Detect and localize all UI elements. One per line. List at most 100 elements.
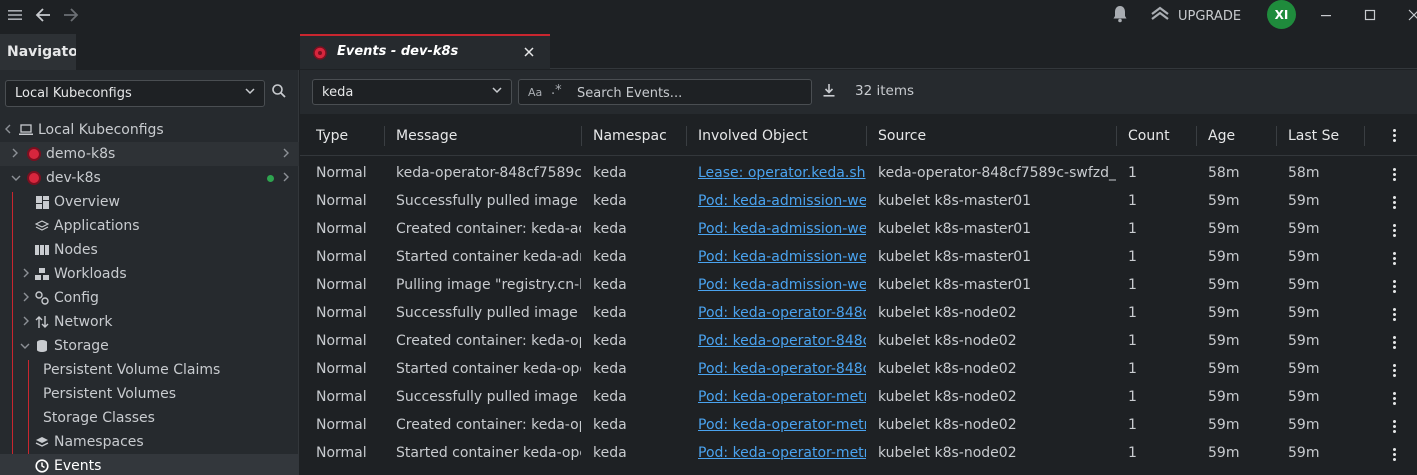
kubeconfig-select[interactable]: Local Kubeconfigs [5, 80, 265, 107]
table-row[interactable]: Normal Successfully pulled image "r keda Po… [300, 384, 1417, 412]
row-menu-kebab-icon[interactable] [1391, 392, 1397, 405]
sidebar-item-overview[interactable]: Overview [0, 190, 299, 214]
column-header-message[interactable]: Message [396, 128, 576, 144]
sidebar-item-pv[interactable]: Persistent Volumes [0, 382, 299, 406]
table-row[interactable]: Normal Started container keda-oper keda Pod… [300, 356, 1417, 384]
sidebar-item-nodes[interactable]: Nodes [0, 238, 299, 262]
column-header-type[interactable]: Type [316, 128, 376, 144]
user-avatar[interactable]: XI [1267, 0, 1296, 29]
sidebar-item-workloads[interactable]: Workloads [0, 262, 299, 286]
table-row[interactable]: Normal Created container: keda-ope keda Pod… [300, 328, 1417, 356]
cluster-item-demo-k8s[interactable]: demo-k8s [0, 142, 299, 166]
table-row[interactable]: Normal Started container keda-oper keda Pod… [300, 440, 1417, 468]
sidebar-item-pvc[interactable]: Persistent Volume Claims [0, 358, 299, 382]
cell-involved-object[interactable]: Pod: keda-operator-metri [698, 445, 866, 461]
table-row[interactable]: Normal Created container: keda-adr keda Pod… [300, 216, 1417, 244]
match-case-toggle[interactable]: Aa [528, 86, 542, 99]
chevron-right-icon[interactable] [282, 147, 290, 161]
sidebar-item-namespaces[interactable]: Namespaces [0, 430, 299, 454]
cell-involved-object[interactable]: Pod: keda-admission-web [698, 221, 866, 237]
cell-involved-object[interactable]: Pod: keda-operator-848cf [698, 361, 866, 377]
sidebar-item-network[interactable]: Network [0, 310, 299, 334]
sidebar-item-events[interactable]: Events [0, 454, 299, 475]
column-header-namespace[interactable]: Namespac [593, 128, 667, 144]
cell-involved-object[interactable]: Pod: keda-admission-web [698, 249, 866, 265]
chevron-right-icon[interactable] [282, 171, 290, 185]
row-menu-kebab-icon[interactable] [1391, 252, 1397, 265]
hamburger-menu-icon[interactable] [4, 4, 26, 26]
cell-involved-object[interactable]: Pod: keda-admission-web [698, 193, 866, 209]
row-menu-kebab-icon[interactable] [1391, 420, 1397, 433]
column-header-last-seen[interactable]: Last Se [1288, 128, 1356, 144]
search-icon[interactable] [271, 83, 293, 105]
column-header-source[interactable]: Source [878, 128, 1108, 144]
minimize-icon[interactable] [1315, 4, 1337, 26]
cell-involved-object[interactable]: Pod: keda-operator-metri [698, 417, 866, 433]
column-resize-handle[interactable] [1364, 126, 1365, 146]
title-bar: UPGRADE XI [0, 0, 1417, 30]
cell-source: kubelet k8s-master01 [878, 193, 1032, 209]
tree-item-local-kubeconfigs[interactable]: Local Kubeconfigs [0, 118, 299, 142]
column-resize-handle[interactable] [581, 126, 582, 146]
bell-icon[interactable] [1109, 3, 1131, 25]
forward-arrow-icon[interactable] [60, 4, 82, 26]
namespace-select[interactable]: keda [312, 79, 512, 105]
cell-namespace: keda [593, 165, 627, 181]
sidebar-item-applications[interactable]: Applications [0, 214, 299, 238]
cell-involved-object[interactable]: Pod: keda-operator-848cf [698, 333, 866, 349]
column-header-count[interactable]: Count [1128, 128, 1188, 144]
back-arrow-icon[interactable] [32, 4, 54, 26]
cell-source: kubelet k8s-node02 [878, 445, 1017, 461]
row-menu-kebab-icon[interactable] [1391, 364, 1397, 377]
cell-involved-object[interactable]: Lease: operator.keda.sh [698, 165, 866, 181]
column-resize-handle[interactable] [866, 126, 867, 146]
dashboard-icon [35, 195, 49, 209]
items-count: 32 items [855, 83, 915, 99]
cluster-label: demo-k8s [46, 146, 116, 162]
sidebar-item-config[interactable]: Config [0, 286, 299, 310]
column-resize-handle[interactable] [384, 126, 385, 146]
cell-involved-object[interactable]: Pod: keda-admission-web [698, 277, 866, 293]
upgrade-button[interactable]: UPGRADE [1150, 6, 1241, 26]
row-menu-kebab-icon[interactable] [1391, 196, 1397, 209]
cell-message: Started container keda-oper [396, 361, 581, 377]
cell-source: kubelet k8s-node02 [878, 389, 1017, 405]
table-row[interactable]: Normal Started container keda-adm keda Pod:… [300, 244, 1417, 272]
close-window-icon[interactable] [1403, 4, 1417, 26]
close-tab-icon[interactable] [524, 43, 534, 61]
cell-namespace: keda [593, 277, 627, 293]
row-menu-kebab-icon[interactable] [1391, 224, 1397, 237]
chevron-right-icon [22, 291, 30, 305]
maximize-icon[interactable] [1359, 4, 1381, 26]
row-menu-kebab-icon[interactable] [1391, 168, 1397, 181]
table-row[interactable]: Normal keda-operator-848cf7589c-s keda Leas… [300, 160, 1417, 188]
row-menu-kebab-icon[interactable] [1391, 336, 1397, 349]
column-resize-handle[interactable] [686, 126, 687, 146]
table-row[interactable]: Normal Successfully pulled image "r keda Po… [300, 300, 1417, 328]
navigator-tab[interactable]: Navigator [0, 34, 85, 70]
row-menu-kebab-icon[interactable] [1391, 308, 1397, 321]
table-row[interactable]: Normal Successfully pulled image "r keda Po… [300, 188, 1417, 216]
column-menu-kebab-icon[interactable] [1391, 129, 1397, 142]
row-menu-kebab-icon[interactable] [1391, 448, 1397, 461]
column-header-involved-object[interactable]: Involved Object [698, 128, 858, 144]
table-row[interactable]: Normal Pulling image "registry.cn-ha keda P… [300, 272, 1417, 300]
sidebar-item-label: Applications [54, 218, 140, 234]
tab-events-dev-k8s[interactable]: Events - dev-k8s [300, 34, 550, 69]
table-row[interactable]: Normal Created container: keda-ope keda Pod… [300, 412, 1417, 440]
sidebar-item-storage[interactable]: Storage [0, 334, 299, 358]
column-resize-handle[interactable] [1196, 126, 1197, 146]
row-menu-kebab-icon[interactable] [1391, 280, 1397, 293]
column-resize-handle[interactable] [1276, 126, 1277, 146]
cell-type: Normal [316, 333, 367, 349]
search-input[interactable] [577, 84, 807, 102]
cell-involved-object[interactable]: Pod: keda-operator-metri [698, 389, 866, 405]
table-header: Type Message Namespac Involved Object So… [300, 116, 1417, 156]
column-header-age[interactable]: Age [1208, 128, 1268, 144]
download-icon[interactable] [822, 83, 836, 102]
regex-toggle[interactable]: .* [551, 83, 562, 98]
sidebar-item-storage-classes[interactable]: Storage Classes [0, 406, 299, 430]
column-resize-handle[interactable] [1116, 126, 1117, 146]
cluster-item-dev-k8s[interactable]: dev-k8s [0, 166, 299, 190]
cell-involved-object[interactable]: Pod: keda-operator-848cf [698, 305, 866, 321]
